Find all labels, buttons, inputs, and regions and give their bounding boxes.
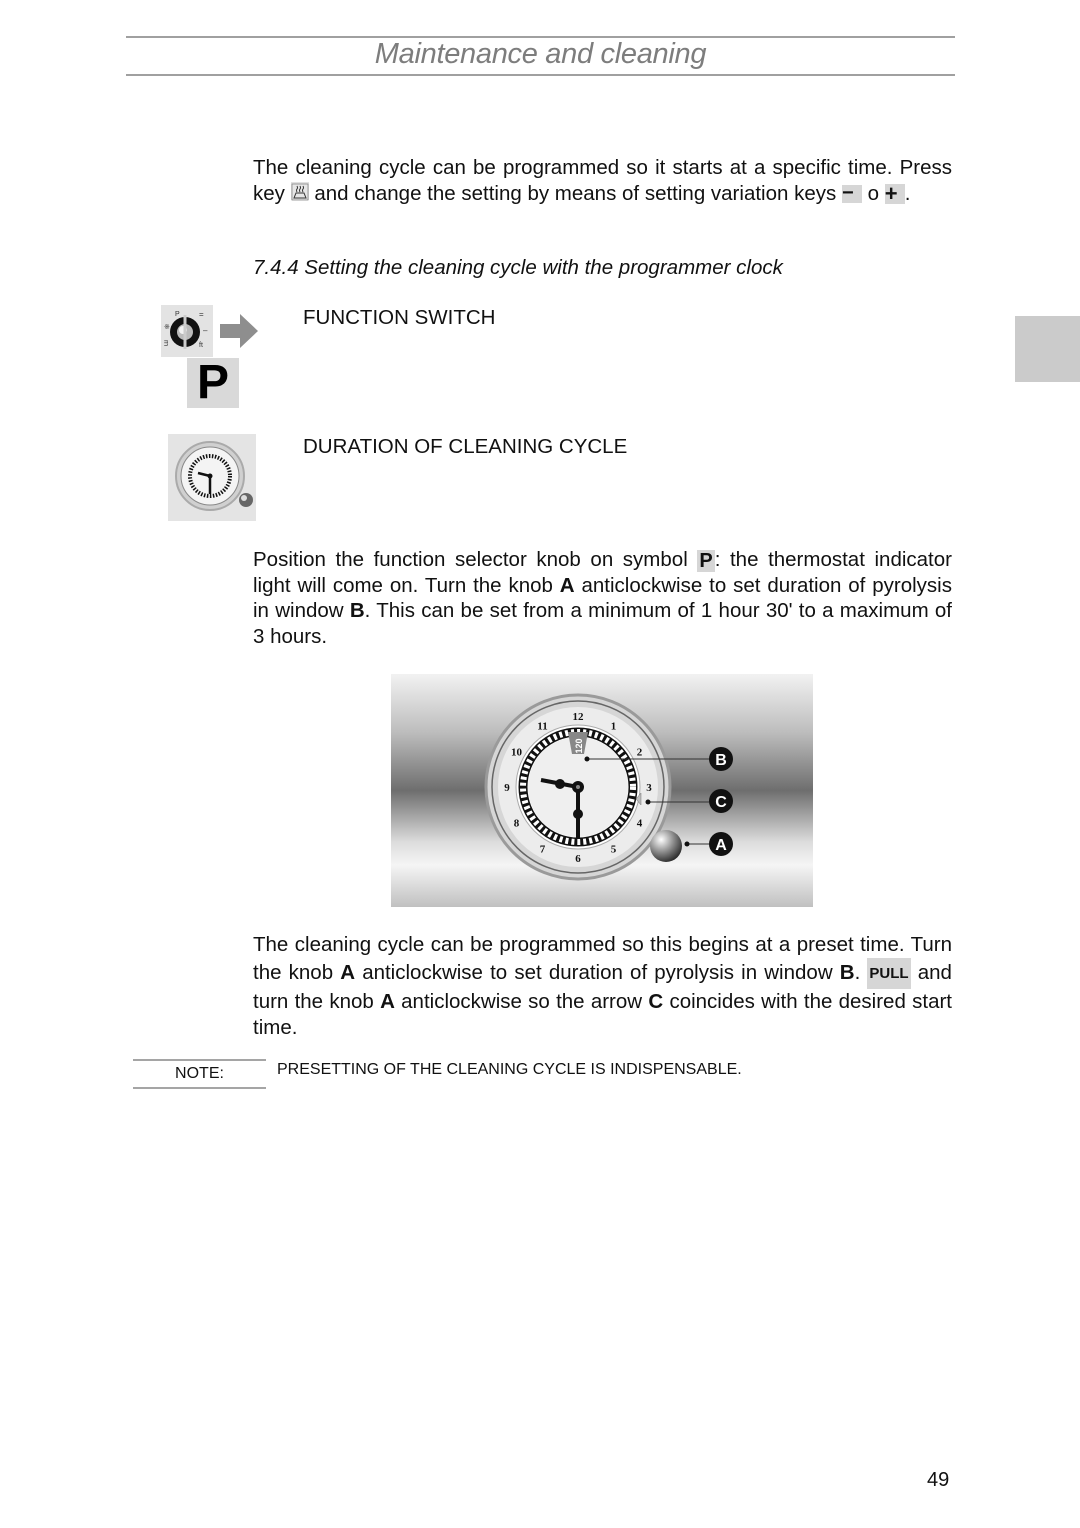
note-top-rule [133, 1059, 266, 1061]
minus-key: − [841, 183, 862, 204]
plus-key: + [884, 183, 905, 205]
duration-label: DURATION OF CLEANING CYCLE [303, 435, 628, 458]
programmer-clock-diagram: 12 1 2 3 4 5 6 7 8 9 10 11 120 B C A [391, 674, 813, 907]
clock-numeral: 5 [611, 844, 617, 856]
clock-numeral: 9 [504, 782, 510, 794]
page-header-title: Maintenance and cleaning [374, 38, 707, 70]
function-knob-icon: P = – ※ ᴟ ft [161, 305, 213, 357]
svg-text:P: P [175, 311, 180, 318]
pull-key: PULL [867, 957, 911, 989]
clock-numeral: 12 [573, 711, 585, 723]
callout-label-b: B [715, 752, 727, 769]
svg-text:–: – [203, 326, 208, 335]
clock-numeral: 10 [511, 747, 523, 759]
note-box: NOTE: [133, 1059, 266, 1089]
function-p-symbol: P [187, 358, 239, 408]
note-label: NOTE: [175, 1065, 224, 1082]
note-bottom-rule [133, 1087, 266, 1089]
preset-paragraph: The cleaning cycle can be programmed so … [253, 933, 952, 1039]
pyrolysis-key-icon [290, 182, 309, 201]
clock-numeral: 8 [514, 818, 520, 830]
clock-numeral: 4 [637, 818, 643, 830]
programmer-clock-icon [168, 434, 256, 521]
section-heading: 7.4.4 Setting the cleaning cycle with th… [253, 256, 783, 279]
svg-text:ft: ft [199, 342, 203, 349]
clock-numeral: 3 [646, 782, 652, 794]
clock-numeral: 2 [637, 747, 643, 759]
arrow-right-icon [220, 314, 258, 348]
intro-paragraph: The cleaning cycle can be programmed so … [253, 156, 952, 207]
note-text: PRESETTING OF THE CLEANING CYCLE IS INDI… [277, 1061, 742, 1078]
knob-a [650, 830, 682, 862]
svg-text:※: ※ [164, 324, 170, 331]
clock-numeral: 11 [537, 721, 547, 733]
header-bottom-rule [126, 74, 955, 76]
p-symbol-key: P [697, 549, 715, 572]
callout-label-a: A [715, 837, 727, 854]
svg-text:=: = [199, 310, 204, 319]
duration-window-value: 120 [574, 738, 584, 753]
clock-numeral: 7 [540, 844, 546, 856]
position-paragraph: Position the function selector knob on s… [253, 548, 953, 648]
function-switch-label: FUNCTION SWITCH [303, 306, 496, 329]
clock-numeral: 6 [575, 853, 581, 865]
section-thumb-tab [1015, 316, 1080, 382]
svg-text:ᴟ: ᴟ [164, 340, 168, 347]
clock-numeral: 1 [611, 721, 617, 733]
page-number: 49 [927, 1469, 950, 1491]
callout-label-c: C [715, 794, 727, 811]
